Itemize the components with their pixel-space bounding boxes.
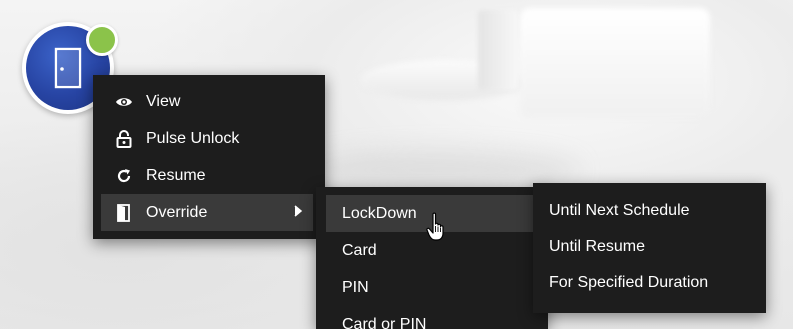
eye-icon — [114, 92, 134, 112]
submenu-item-label: Until Resume — [549, 238, 646, 255]
menu-item-label: Pulse Unlock — [146, 129, 240, 147]
hand-cursor-icon — [426, 212, 444, 241]
padlock-icon — [114, 129, 134, 149]
menu-item-label: Override — [146, 203, 208, 221]
submenu-item-label: LockDown — [342, 204, 417, 222]
menu-item-view[interactable]: View — [101, 83, 313, 120]
submenu-item-label: Card or PIN — [342, 315, 427, 329]
door-open-icon — [114, 203, 134, 223]
submenu-item-label: Until Next Schedule — [549, 202, 690, 219]
background-blur-shape — [478, 10, 518, 90]
menu-item-resume[interactable]: Resume — [101, 157, 313, 194]
submenu-item-until-next-schedule[interactable]: Until Next Schedule — [533, 193, 766, 229]
submenu-item-for-specified-duration[interactable]: For Specified Duration — [533, 265, 766, 301]
menu-item-override[interactable]: Override — [101, 194, 313, 231]
chevron-right-icon — [293, 204, 303, 223]
background-blur-shape — [520, 8, 710, 118]
submenu-item-label: Card — [342, 241, 377, 259]
submenu-item-label: For Specified Duration — [549, 274, 709, 291]
door-icon — [54, 47, 82, 89]
submenu-item-label: PIN — [342, 278, 369, 296]
online-status-dot — [86, 24, 118, 56]
refresh-icon — [114, 166, 134, 186]
submenu-item-card-or-pin[interactable]: Card or PIN — [326, 306, 534, 329]
context-menu: View Pulse Unlock Resume Override — [93, 75, 325, 239]
menu-item-pulse-unlock[interactable]: Pulse Unlock — [101, 120, 313, 157]
menu-item-label: View — [146, 92, 181, 110]
override-submenu: LockDown Card PIN Card or PIN — [316, 187, 548, 329]
submenu-item-pin[interactable]: PIN — [326, 269, 534, 306]
submenu-item-until-resume[interactable]: Until Resume — [533, 229, 766, 265]
menu-item-label: Resume — [146, 166, 206, 184]
lockdown-submenu: Until Next Schedule Until Resume For Spe… — [533, 183, 766, 313]
